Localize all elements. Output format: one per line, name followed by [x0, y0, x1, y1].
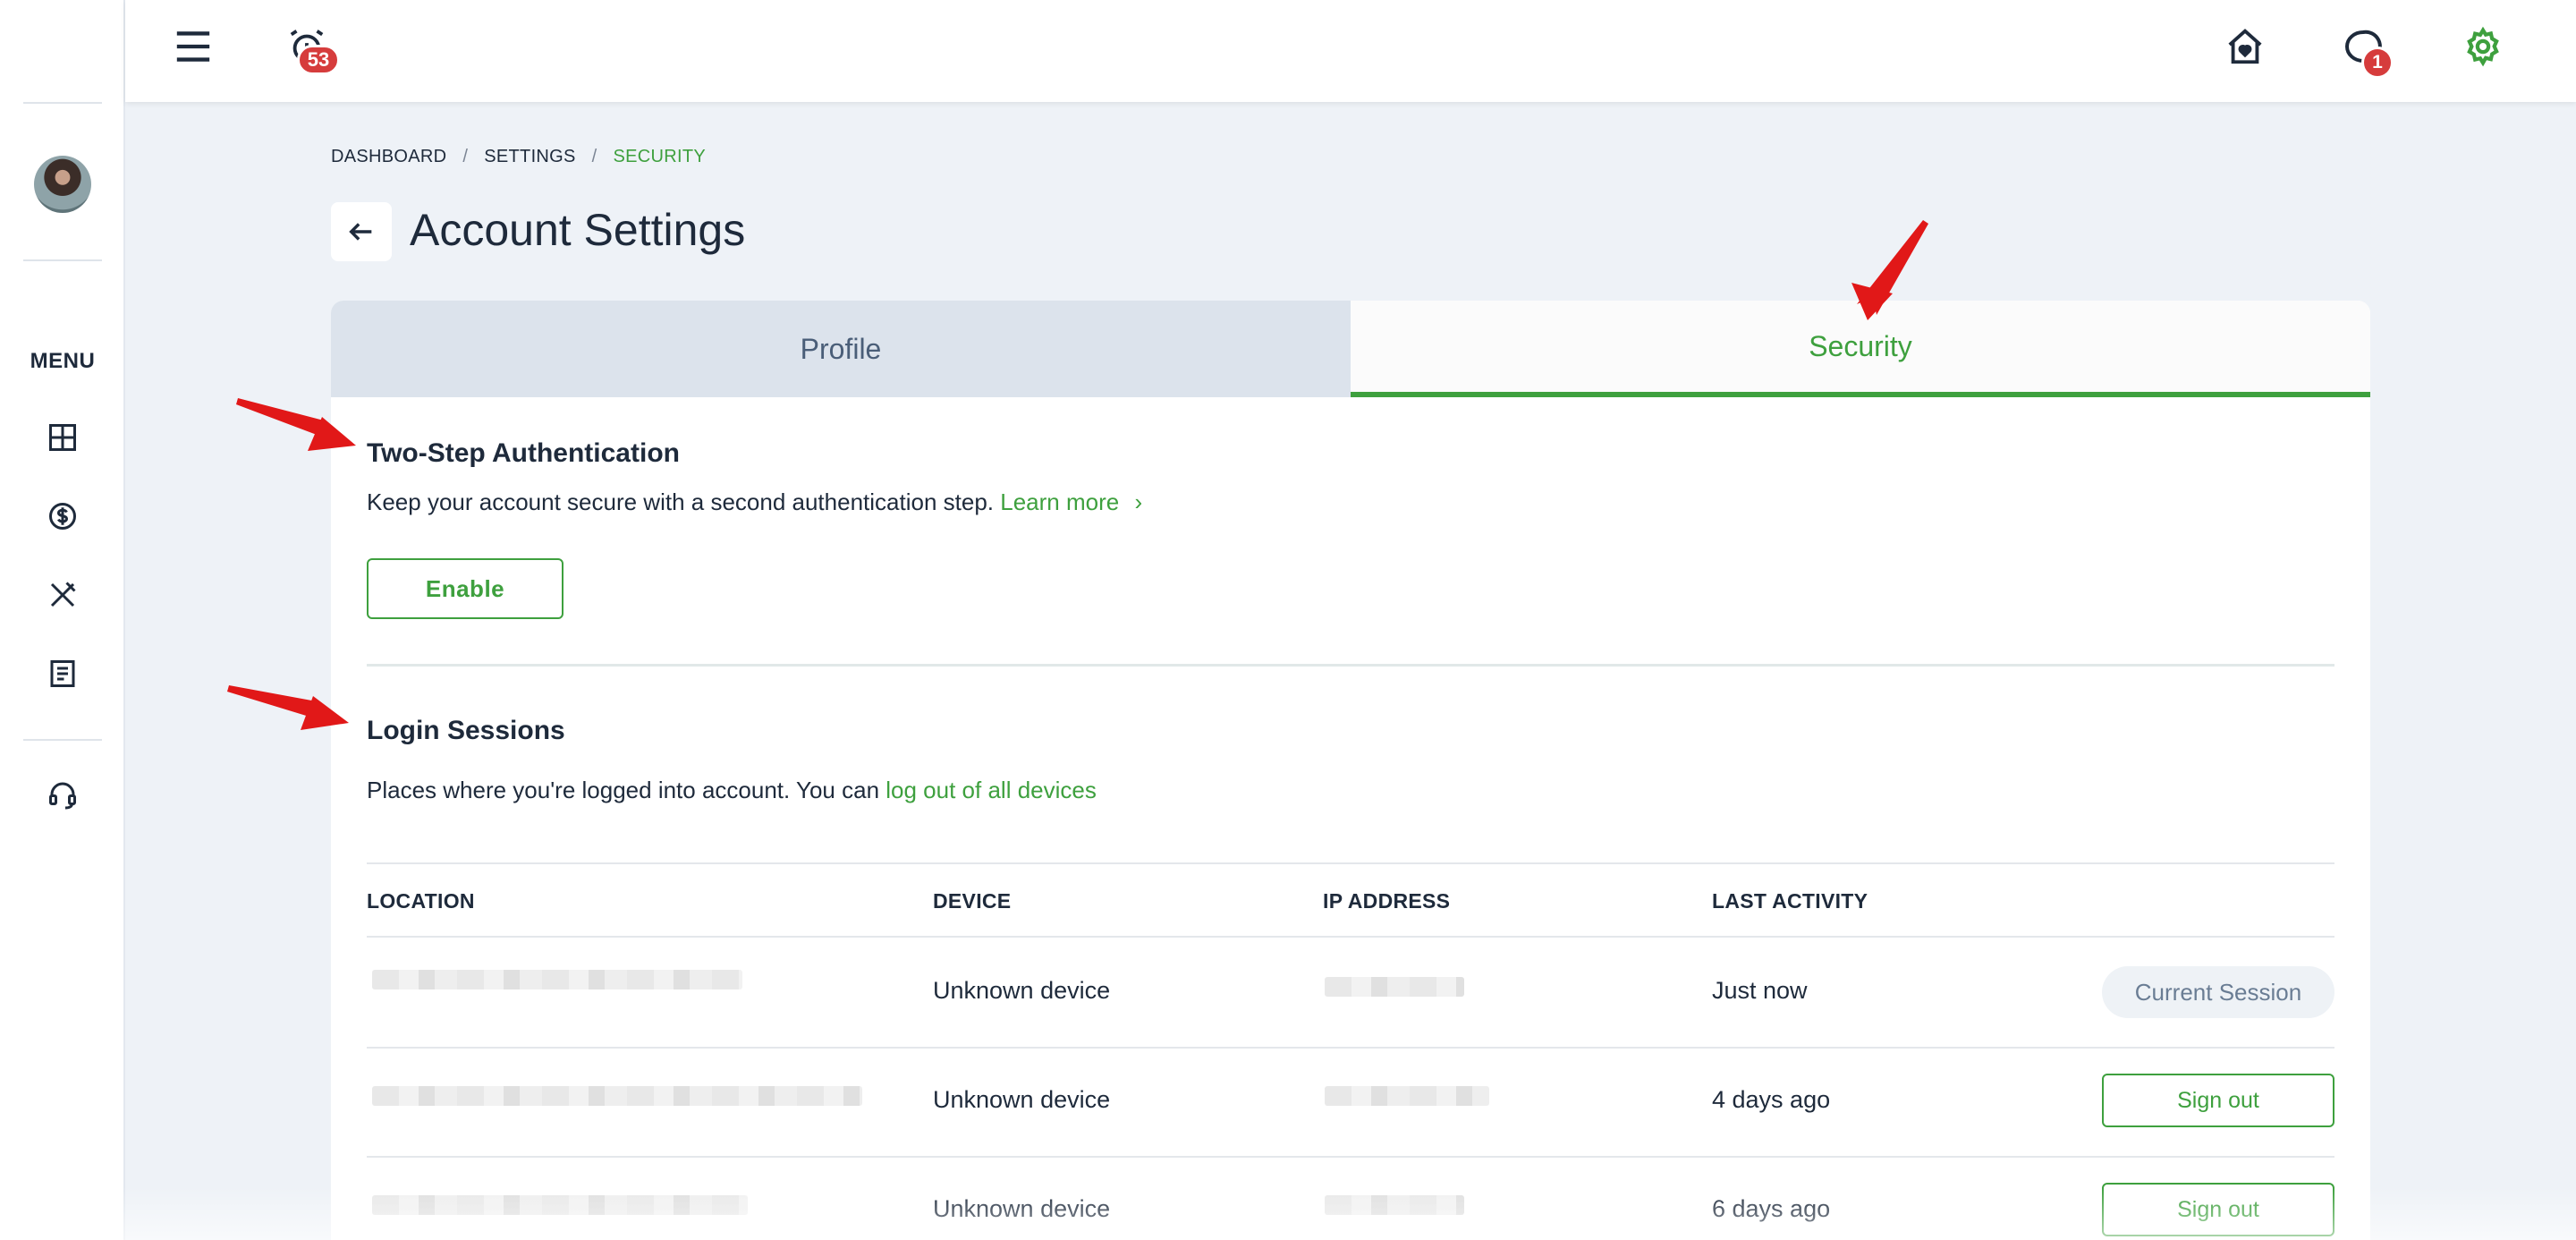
headset-icon[interactable]	[45, 777, 80, 812]
hamburger-icon[interactable]	[172, 27, 215, 66]
tab-security[interactable]: Security	[1351, 301, 2370, 397]
alarm-icon[interactable]: 53	[284, 23, 340, 75]
breadcrumb-dashboard[interactable]: DASHBOARD	[331, 147, 446, 167]
top-bar: 53 1	[125, 0, 2576, 102]
column-header-last-activity: LAST ACTIVITY	[1712, 889, 1868, 913]
alarm-badge: 53	[297, 45, 340, 75]
settings-gear-icon[interactable]	[2460, 23, 2506, 70]
column-header-location: LOCATION	[367, 889, 475, 913]
enable-button[interactable]: Enable	[367, 558, 564, 619]
login-sessions-description: Places where you're logged into account.…	[367, 777, 1097, 804]
document-icon[interactable]	[45, 656, 80, 692]
sign-out-button[interactable]: Sign out	[2102, 1183, 2334, 1236]
login-sessions-description-text: Places where you're logged into account.…	[367, 777, 880, 803]
home-heart-icon[interactable]	[2222, 23, 2268, 70]
breadcrumb-settings[interactable]: SETTINGS	[484, 147, 575, 167]
two-step-heading: Two-Step Authentication	[367, 438, 680, 468]
two-step-description: Keep your account secure with a second a…	[367, 488, 1142, 516]
chevron-right-icon: ›	[1134, 488, 1143, 515]
page-title: Account Settings	[410, 205, 746, 255]
sidebar: MENU	[0, 0, 125, 1240]
last-activity-cell: 6 days ago	[1712, 1195, 1831, 1222]
row-divider	[367, 1156, 2334, 1158]
table-top-divider	[367, 862, 2334, 864]
column-header-device: DEVICE	[933, 889, 1012, 913]
avatar[interactable]	[34, 156, 91, 213]
breadcrumb-separator: /	[591, 147, 597, 166]
ip-redacted	[1325, 1086, 1489, 1106]
sidebar-divider	[23, 102, 102, 104]
device-cell: Unknown device	[933, 1086, 1111, 1113]
sidebar-divider	[23, 259, 102, 261]
learn-more-link[interactable]: Learn more ›	[1000, 488, 1142, 515]
location-redacted	[372, 970, 742, 989]
sign-out-button[interactable]: Sign out	[2102, 1074, 2334, 1127]
device-cell: Unknown device	[933, 1195, 1111, 1222]
last-activity-cell: Just now	[1712, 977, 1808, 1004]
table-header-divider	[367, 936, 2334, 938]
menu-label: MENU	[30, 349, 96, 373]
dollar-icon[interactable]	[45, 498, 80, 534]
ip-redacted	[1325, 977, 1464, 997]
column-header-ip: IP ADDRESS	[1323, 889, 1451, 913]
back-button[interactable]	[331, 202, 392, 261]
tools-icon[interactable]	[45, 577, 80, 613]
learn-more-label: Learn more	[1000, 488, 1120, 515]
chat-badge: 1	[2361, 47, 2394, 79]
location-redacted	[372, 1086, 862, 1106]
dashboard-icon[interactable]	[45, 420, 80, 455]
login-sessions-heading: Login Sessions	[367, 716, 565, 745]
section-divider	[367, 664, 2334, 667]
breadcrumb-security: SECURITY	[613, 147, 707, 166]
settings-card: Profile Security Two-Step Authentication…	[331, 301, 2370, 1240]
two-step-description-text: Keep your account secure with a second a…	[367, 488, 994, 515]
tab-profile[interactable]: Profile	[331, 301, 1351, 397]
breadcrumb: DASHBOARD / SETTINGS / SECURITY	[331, 147, 706, 167]
breadcrumb-separator: /	[462, 147, 469, 166]
tab-bar: Profile Security	[331, 301, 2370, 397]
back-arrow-icon	[349, 223, 372, 241]
location-redacted	[372, 1195, 748, 1215]
last-activity-cell: 4 days ago	[1712, 1086, 1831, 1113]
device-cell: Unknown device	[933, 977, 1111, 1004]
ip-redacted	[1325, 1195, 1464, 1215]
sidebar-divider	[23, 739, 102, 741]
chat-icon[interactable]: 1	[2338, 23, 2394, 79]
current-session-badge: Current Session	[2102, 966, 2334, 1018]
row-divider	[367, 1047, 2334, 1049]
logout-all-link[interactable]: log out of all devices	[886, 777, 1097, 803]
